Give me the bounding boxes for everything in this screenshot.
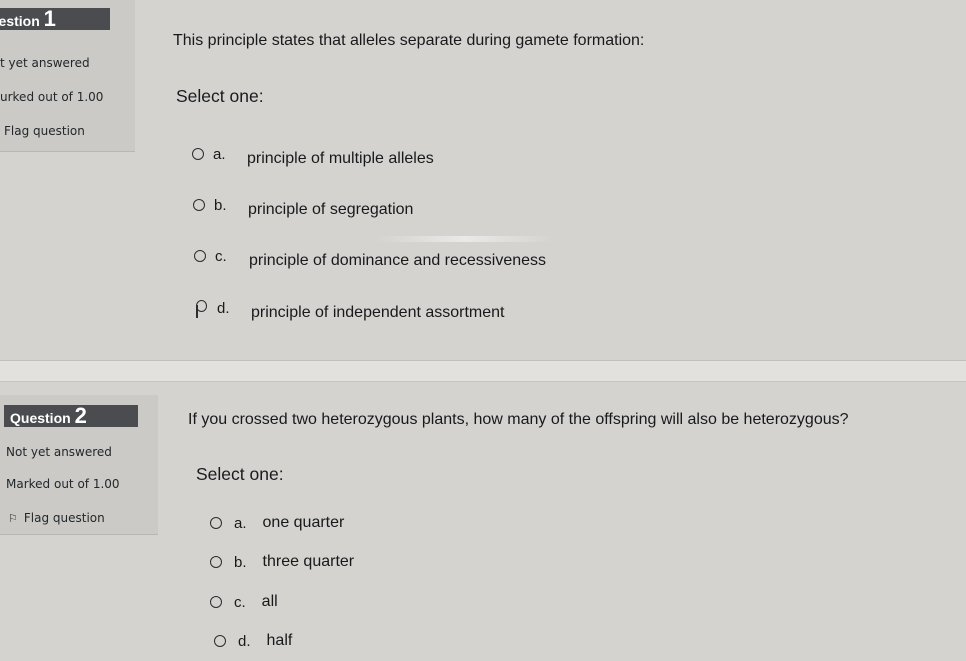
question-1-label: uestion: [0, 13, 40, 29]
q1-option-c-letter: c.: [215, 247, 227, 265]
question-1-info: uestion 1 t yet answered urked out of 1.…: [0, 0, 135, 152]
q2-option-d[interactable]: d. half: [214, 632, 292, 650]
question-1-number: uestion 1: [0, 8, 110, 30]
question-1-status: t yet answered: [0, 56, 90, 70]
radio-button-icon[interactable]: [210, 596, 222, 608]
q1-option-c[interactable]: c. principle of dominance and recessiven…: [194, 244, 546, 269]
q1-option-b-letter: b.: [214, 196, 227, 214]
screen-glare: [375, 236, 555, 242]
q1-option-a-letter: a.: [213, 145, 226, 163]
radio-button-icon[interactable]: [214, 635, 226, 647]
q1-option-a-text[interactable]: principle of multiple alleles: [247, 150, 434, 168]
q2-option-d-letter: d.: [238, 632, 251, 650]
question-2-marks: Marked out of 1.00: [6, 477, 120, 491]
q2-option-b-letter: b.: [234, 553, 247, 571]
q2-option-c-letter: c.: [234, 593, 246, 611]
q1-option-d-letter: d.: [217, 299, 230, 317]
flag-question-label[interactable]: Flag question: [24, 511, 105, 525]
question-2-label: Question: [10, 410, 71, 426]
question-2-num: 2: [74, 403, 87, 428]
q2-option-b[interactable]: b. three quarter: [210, 553, 354, 571]
q2-option-c[interactable]: c. all: [210, 593, 278, 611]
q1-option-b[interactable]: b. principle of segregation: [193, 193, 413, 218]
q2-option-d-text[interactable]: half: [267, 632, 293, 650]
question-1-num: 1: [43, 6, 56, 31]
radio-button-icon[interactable]: [210, 517, 222, 529]
flag-icon[interactable]: ⚐: [8, 512, 18, 525]
q2-option-c-text[interactable]: all: [262, 593, 278, 611]
q1-option-d[interactable]: d. principle of independent assortment: [196, 296, 505, 321]
q1-option-a[interactable]: a. principle of multiple alleles: [192, 142, 434, 167]
question-2-info: Question 2 Not yet answered Marked out o…: [0, 395, 158, 535]
question-1-flag-link[interactable]: Flag question: [4, 124, 85, 138]
q1-option-c-text[interactable]: principle of dominance and recessiveness: [249, 252, 546, 270]
q1-option-d-text[interactable]: principle of independent assortment: [251, 304, 505, 322]
question-1-text: This principle states that alleles separ…: [173, 32, 645, 49]
question-2-number: Question 2: [4, 405, 138, 427]
question-2-status: Not yet answered: [6, 445, 112, 459]
q2-option-a-letter: a.: [234, 514, 247, 532]
mouse-pointer-icon: [196, 300, 208, 318]
flag-question-label[interactable]: Flag question: [4, 124, 85, 138]
radio-button-icon[interactable]: [193, 199, 205, 211]
question-1-marks: urked out of 1.00: [0, 90, 104, 104]
q2-option-a-text[interactable]: one quarter: [263, 514, 345, 532]
q2-option-a[interactable]: a. one quarter: [210, 514, 344, 532]
radio-button-icon[interactable]: [210, 556, 222, 568]
question-1-select-one: Select one:: [176, 86, 264, 106]
question-2-flag-link[interactable]: ⚐ Flag question: [8, 511, 105, 525]
question-2-text: If you crossed two heterozygous plants, …: [188, 411, 849, 428]
radio-button-icon[interactable]: [194, 250, 206, 262]
q1-option-b-text[interactable]: principle of segregation: [248, 201, 413, 219]
question-separator: [0, 360, 966, 382]
radio-button-icon[interactable]: [192, 148, 204, 160]
q2-option-b-text[interactable]: three quarter: [263, 553, 355, 571]
question-2-select-one: Select one:: [196, 464, 284, 484]
